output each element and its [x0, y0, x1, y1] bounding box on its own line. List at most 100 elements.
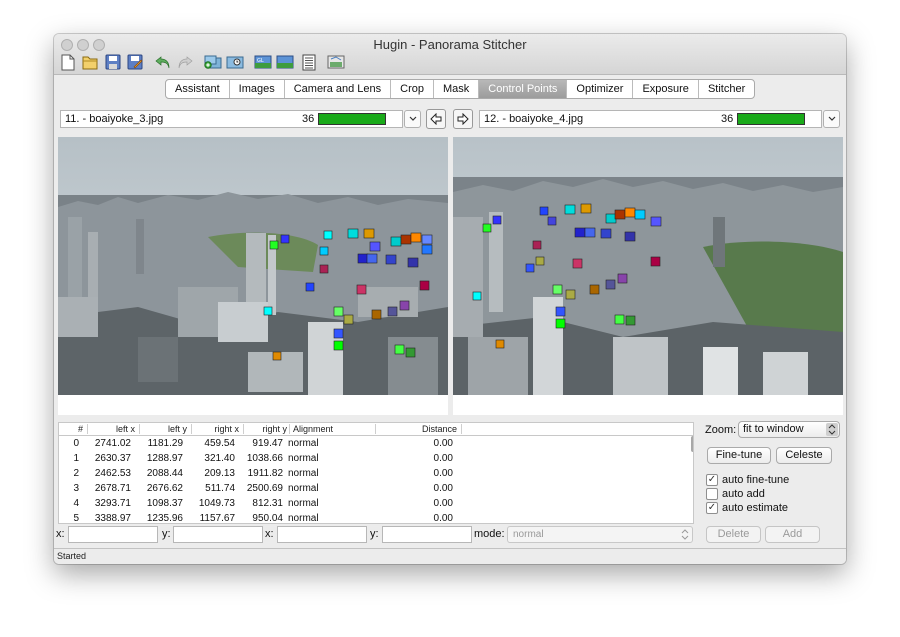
control-point-marker[interactable] — [394, 344, 405, 355]
tab-images[interactable]: Images — [230, 80, 285, 98]
control-point-marker[interactable] — [650, 256, 661, 267]
control-point-marker[interactable] — [539, 206, 549, 216]
preview-button[interactable]: GL — [254, 53, 272, 71]
control-point-marker[interactable] — [269, 240, 279, 250]
control-point-marker[interactable] — [605, 213, 617, 224]
control-point-marker[interactable] — [617, 273, 628, 284]
control-point-marker[interactable] — [555, 306, 566, 317]
column-header-number[interactable]: # — [59, 423, 83, 435]
control-point-marker[interactable] — [305, 282, 315, 292]
control-point-marker[interactable] — [421, 244, 433, 255]
save-project-button[interactable] — [104, 53, 122, 71]
control-point-marker[interactable] — [650, 216, 662, 227]
column-header-distance[interactable]: Distance — [375, 423, 457, 435]
fine-tune-button[interactable]: Fine-tune — [707, 447, 771, 464]
column-header-right-x[interactable]: right x — [191, 423, 239, 435]
control-point-marker[interactable] — [492, 215, 502, 225]
left-image-dropdown-button[interactable] — [404, 110, 421, 128]
control-point-marker[interactable] — [482, 223, 492, 233]
control-point-marker[interactable] — [333, 328, 344, 339]
column-header-left-y[interactable]: left y — [139, 423, 187, 435]
tab-exposure[interactable]: Exposure — [633, 80, 699, 98]
save-as-button[interactable] — [126, 53, 144, 71]
control-point-marker[interactable] — [319, 264, 329, 274]
new-project-button[interactable] — [59, 53, 77, 71]
left-image-selector[interactable]: 11. - boaiyoke_3.jpg 36 — [60, 110, 403, 128]
crop-preview-button[interactable] — [327, 53, 345, 71]
control-point-marker[interactable] — [624, 231, 636, 242]
control-point-marker[interactable] — [634, 209, 646, 220]
next-image-button[interactable] — [453, 109, 473, 129]
control-point-marker[interactable] — [323, 230, 333, 240]
control-point-marker[interactable] — [371, 309, 382, 320]
tab-mask[interactable]: Mask — [434, 80, 480, 98]
control-point-marker[interactable] — [525, 263, 535, 273]
control-point-marker[interactable] — [624, 207, 636, 218]
control-point-marker[interactable] — [421, 234, 433, 245]
table-row[interactable]: 2 2462.53 2088.44 209.13 1911.82 normal … — [59, 466, 693, 481]
tab-crop[interactable]: Crop — [391, 80, 435, 98]
control-point-marker[interactable] — [385, 254, 397, 265]
control-point-marker[interactable] — [614, 314, 625, 325]
auto-add-checkbox[interactable] — [706, 488, 718, 500]
auto-estimate-checkbox[interactable]: ✓ — [706, 502, 718, 514]
control-point-marker[interactable] — [600, 228, 612, 239]
control-point-marker[interactable] — [625, 315, 636, 326]
control-point-marker[interactable] — [614, 209, 626, 220]
control-point-marker[interactable] — [333, 306, 344, 317]
control-point-marker[interactable] — [390, 236, 402, 247]
control-point-marker[interactable] — [400, 234, 412, 245]
table-row[interactable]: 1 2630.37 1288.97 321.40 1038.66 normal … — [59, 451, 693, 466]
open-project-button[interactable] — [81, 53, 99, 71]
control-point-marker[interactable] — [399, 300, 410, 311]
control-point-marker[interactable] — [584, 227, 596, 238]
tab-stitcher[interactable]: Stitcher — [699, 80, 754, 98]
column-header-right-y[interactable]: right y — [243, 423, 287, 435]
control-point-marker[interactable] — [535, 256, 545, 266]
table-scrollbar[interactable] — [691, 436, 693, 452]
control-point-marker[interactable] — [564, 204, 576, 215]
right-image-dropdown-button[interactable] — [823, 110, 840, 128]
column-header-left-x[interactable]: left x — [87, 423, 135, 435]
control-point-marker[interactable] — [366, 253, 378, 264]
right-image-selector[interactable]: 12. - boaiyoke_4.jpg 36 — [479, 110, 822, 128]
add-time-series-button[interactable] — [226, 53, 244, 71]
right-image-view[interactable] — [453, 137, 843, 395]
table-row[interactable]: 4 3293.71 1098.37 1049.73 812.31 normal … — [59, 496, 693, 511]
control-point-marker[interactable] — [552, 284, 563, 295]
left-y-input[interactable] — [173, 526, 263, 543]
zoom-select[interactable]: fit to window — [738, 421, 840, 438]
fast-preview-button[interactable] — [276, 53, 294, 71]
right-y-input[interactable] — [382, 526, 472, 543]
control-point-marker[interactable] — [565, 289, 576, 300]
left-x-input[interactable] — [68, 526, 158, 543]
column-header-alignment[interactable]: Alignment — [293, 423, 333, 435]
control-point-marker[interactable] — [589, 284, 600, 295]
table-row[interactable]: 5 3388.97 1235.96 1157.67 950.04 normal … — [59, 511, 693, 523]
control-point-marker[interactable] — [605, 279, 616, 290]
undo-button[interactable] — [154, 53, 172, 71]
control-point-marker[interactable] — [369, 241, 381, 252]
left-image-view[interactable] — [58, 137, 448, 395]
control-point-marker[interactable] — [343, 314, 354, 325]
tab-assistant[interactable]: Assistant — [166, 80, 230, 98]
right-x-input[interactable] — [277, 526, 367, 543]
control-point-marker[interactable] — [407, 257, 419, 268]
control-point-marker[interactable] — [280, 234, 290, 244]
control-point-marker[interactable] — [333, 340, 344, 351]
control-point-marker[interactable] — [547, 216, 557, 226]
tab-control-points[interactable]: Control Points — [479, 80, 568, 98]
layout-button[interactable] — [300, 53, 318, 71]
auto-fine-tune-checkbox[interactable]: ✓ — [706, 474, 718, 486]
table-row[interactable]: 3 2678.71 2676.62 511.74 2500.69 normal … — [59, 481, 693, 496]
redo-button[interactable] — [176, 53, 194, 71]
control-point-marker[interactable] — [387, 306, 398, 317]
control-point-marker[interactable] — [357, 253, 369, 264]
delete-button[interactable]: Delete — [706, 526, 761, 543]
control-point-marker[interactable] — [495, 339, 505, 349]
control-point-marker[interactable] — [347, 228, 359, 239]
control-point-marker[interactable] — [574, 227, 586, 238]
control-point-marker[interactable] — [319, 246, 329, 256]
control-point-marker[interactable] — [572, 258, 583, 269]
celeste-button[interactable]: Celeste — [776, 447, 832, 464]
